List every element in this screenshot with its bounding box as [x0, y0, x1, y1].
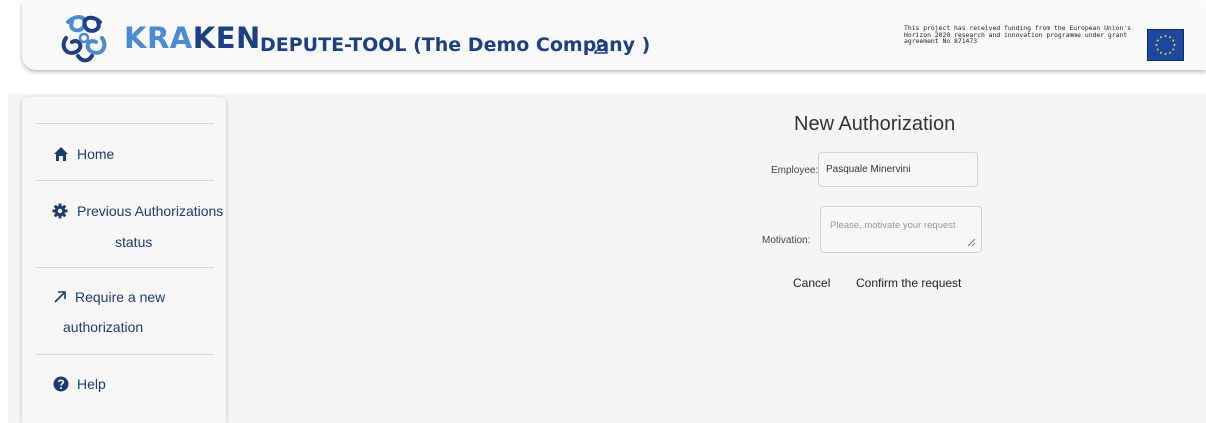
- sidebar-item-label: Previous Authorizations: [77, 203, 224, 219]
- sidebar-divider: [36, 267, 214, 268]
- eu-star-icon: [1164, 53, 1167, 55]
- brand-prefix: KRA: [124, 21, 193, 55]
- eu-star-icon: [1156, 39, 1159, 42]
- user-icon[interactable]: [593, 38, 609, 54]
- eu-star-icon: [1173, 44, 1176, 46]
- motivation-label: Motivation:: [762, 235, 811, 246]
- brand-wordmark: KRAKEN: [124, 24, 261, 53]
- sidebar-item-label: Help: [77, 376, 106, 392]
- sidebar-item-help[interactable]: Help: [22, 375, 226, 401]
- sidebar-item-home[interactable]: Home: [22, 145, 226, 171]
- motivation-input[interactable]: [820, 206, 982, 253]
- app-title: DEPUTE-TOOL (The Demo Company ): [260, 34, 651, 56]
- eu-star-icon: [1156, 48, 1159, 51]
- eu-star-icon: [1160, 36, 1162, 39]
- eu-flag-icon: [1147, 29, 1184, 61]
- confirm-request-button[interactable]: Confirm the request: [856, 276, 961, 290]
- sidebar-item-require-new-authorization[interactable]: Require a new authorization: [22, 287, 226, 343]
- eu-star-icon: [1160, 51, 1162, 54]
- home-icon: [54, 147, 68, 161]
- sidebar-item-label: Home: [77, 146, 115, 162]
- funding-notice: This project has received funding from t…: [904, 24, 1132, 45]
- cancel-button[interactable]: Cancel: [793, 276, 830, 290]
- kraken-logo-icon: [61, 15, 107, 63]
- employee-field[interactable]: Pasquale Minervini: [818, 152, 978, 187]
- sidebar-item-label-line2: authorization: [63, 319, 144, 335]
- help-circle-icon: [53, 376, 69, 392]
- employee-label: Employee:: [771, 165, 819, 176]
- eu-star-icon: [1155, 44, 1158, 46]
- eu-star-icon: [1169, 51, 1171, 54]
- sidebar-divider: [36, 180, 214, 181]
- sidebar-divider: [36, 123, 214, 124]
- brand-suffix: KEN: [192, 21, 261, 55]
- sidebar-divider: [36, 354, 214, 355]
- page-title: New Authorization: [794, 113, 956, 135]
- sidebar-item-label-line2: status: [115, 234, 153, 250]
- resize-grip-icon[interactable]: [966, 237, 976, 247]
- eu-star-icon: [1172, 39, 1175, 42]
- app-header: KRAKEN DEPUTE-TOOL (The Demo Company ) T…: [22, 2, 1206, 70]
- sidebar-item-label: Require a new: [75, 289, 166, 305]
- eu-star-icon: [1169, 36, 1171, 39]
- sidebar-item-previous-authorizations[interactable]: Previous Authorizations status: [22, 201, 226, 257]
- eu-star-icon: [1164, 35, 1167, 37]
- gear-icon: [52, 203, 68, 219]
- arrow-up-right-icon: [54, 291, 66, 303]
- eu-star-icon: [1172, 48, 1175, 51]
- sidebar: Home Previous Authorizations status Requ…: [22, 97, 226, 423]
